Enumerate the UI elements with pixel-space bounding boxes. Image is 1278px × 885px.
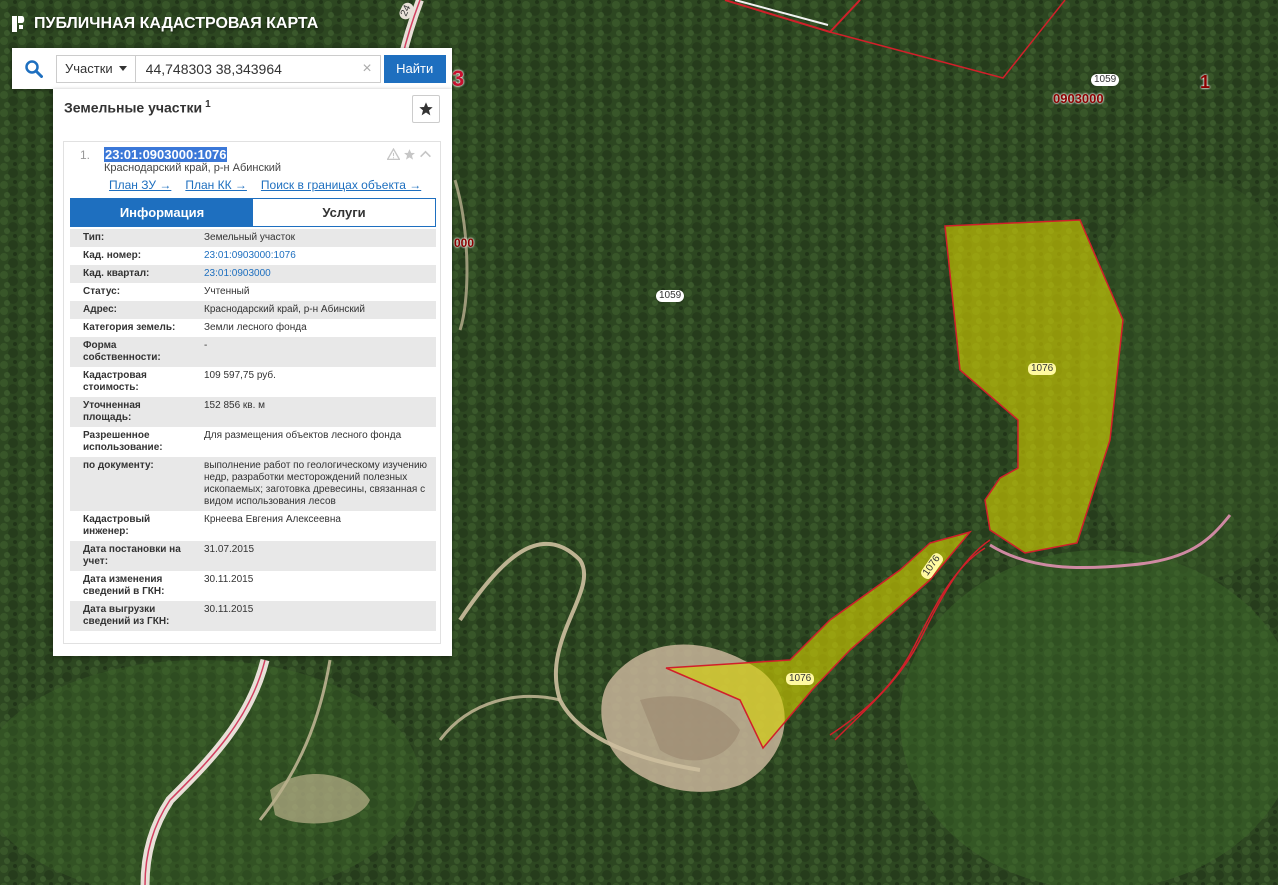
result-cadnum[interactable]: 23:01:0903000:1076 — [104, 147, 228, 162]
row-label: Дата выгрузки сведений из ГКН: — [70, 601, 190, 631]
row-label: Кад. номер: — [70, 247, 190, 265]
row-value: Земельный участок — [190, 229, 436, 247]
row-label: Кад. квартал: — [70, 265, 190, 283]
row-value: - — [190, 337, 436, 367]
logo-icon — [12, 16, 25, 32]
app-header: ПУБЛИЧНАЯ КАДАСТРОВАЯ КАРТА — [10, 10, 318, 38]
table-row: Уточненная площадь: 152 856 кв. м — [70, 397, 436, 427]
row-label: по документу: — [70, 457, 190, 511]
row-label: Адрес: — [70, 301, 190, 319]
search-input-wrap: × — [135, 54, 381, 83]
search-input[interactable] — [135, 55, 366, 82]
table-row: Адрес: Краснодарский край, р-н Абинский — [70, 301, 436, 319]
row-label: Тип: — [70, 229, 190, 247]
map-label-parcel-1076[interactable]: 1076 — [1028, 363, 1057, 375]
tab-info[interactable]: Информация — [71, 199, 253, 226]
row-label: Уточненная площадь: — [70, 397, 190, 427]
table-row: Кадастровый инженер: Крнеева Евгения Алек… — [70, 511, 436, 541]
row-value: 152 856 кв. м — [190, 397, 436, 427]
object-type-label: Участки — [65, 61, 113, 76]
map-label-number[interactable]: 1 — [1200, 72, 1210, 93]
map-label-quarter[interactable]: 000 — [454, 236, 474, 250]
map-label-parcel[interactable]: 1059 — [656, 290, 685, 302]
result-card: 1. 23:01:0903000:1076 Краснодарский край… — [63, 141, 441, 644]
table-row: Кадастровая стоимость: 109 597,75 руб. — [70, 367, 436, 397]
row-value: Для размещения объектов лесного фонда — [190, 427, 436, 457]
row-label: Дата изменения сведений в ГКН: — [70, 571, 190, 601]
table-row: по документу: выполнение работ по геологи… — [70, 457, 436, 511]
table-row: Дата выгрузки сведений из ГКН: 30.11.2015 — [70, 601, 436, 631]
card-actions — [387, 148, 432, 161]
object-type-select[interactable]: Участки — [56, 54, 136, 83]
panel-title-text: Земельные участки — [64, 99, 203, 116]
row-label: Категория земель: — [70, 319, 190, 337]
chevron-up-icon[interactable] — [419, 148, 432, 161]
result-address: Краснодарский край, р-н Абинский — [104, 162, 282, 174]
table-row: Кад. квартал: 23:01:0903000 — [70, 265, 436, 283]
row-value: 30.11.2015 — [190, 571, 436, 601]
table-row: Статус: Учтенный — [70, 283, 436, 301]
map-label-number[interactable]: 3 — [452, 66, 464, 92]
search-bounds-link[interactable]: Поиск в границах объекта → — [261, 178, 421, 192]
map-label-parcel-1076[interactable]: 1076 — [786, 673, 815, 685]
favorites-button[interactable] — [412, 95, 440, 123]
plan-zu-link[interactable]: План ЗУ → — [109, 178, 171, 192]
row-label: Дата постановки на учет: — [70, 541, 190, 571]
table-row: Дата изменения сведений в ГКН: 30.11.2015 — [70, 571, 436, 601]
plan-kk-link[interactable]: План КК → — [185, 178, 247, 192]
cadnum-link[interactable]: 23:01:0903000:1076 — [190, 247, 436, 265]
table-row: Форма собственности: - — [70, 337, 436, 367]
table-row: Дата постановки на учет: 31.07.2015 — [70, 541, 436, 571]
row-label: Форма собственности: — [70, 337, 190, 367]
row-value: Крнеева Евгения Алексеевна — [190, 511, 436, 541]
warning-icon[interactable] — [387, 148, 400, 161]
row-label: Разрешенное использование: — [70, 427, 190, 457]
tab-services[interactable]: Услуги — [253, 199, 435, 226]
app-title[interactable]: ПУБЛИЧНАЯ КАДАСТРОВАЯ КАРТА — [34, 15, 318, 33]
table-row: Разрешенное использование: Для размещения… — [70, 427, 436, 457]
table-row: Категория земель: Земли лесного фонда — [70, 319, 436, 337]
row-value: 30.11.2015 — [190, 601, 436, 631]
map-label-quarter[interactable]: 0903000 — [1053, 91, 1104, 106]
search-icon[interactable] — [12, 48, 56, 89]
clear-icon[interactable]: × — [362, 60, 371, 78]
result-tabs: Информация Услуги — [70, 198, 436, 227]
row-value: Земли лесного фонда — [190, 319, 436, 337]
star-icon[interactable] — [403, 148, 416, 161]
quarter-link[interactable]: 23:01:0903000 — [190, 265, 436, 283]
results-panel: Земельные участки 1 1. 23:01:0903000:1076… — [53, 89, 452, 656]
result-links: План ЗУ → План КК → Поиск в границах объ… — [109, 178, 421, 192]
find-button[interactable]: Найти — [383, 54, 446, 83]
map-label-parcel[interactable]: 1059 — [1091, 74, 1120, 86]
row-label: Кадастровая стоимость: — [70, 367, 190, 397]
row-value: Учтенный — [190, 283, 436, 301]
row-label: Статус: — [70, 283, 190, 301]
result-count: 1 — [205, 99, 211, 110]
search-bar: Участки × Найти — [12, 48, 452, 89]
info-table: Тип: Земельный участок Кад. номер: 23:01:0… — [70, 229, 436, 631]
table-row: Кад. номер: 23:01:0903000:1076 — [70, 247, 436, 265]
row-value: Краснодарский край, р-н Абинский — [190, 301, 436, 319]
chevron-down-icon — [118, 66, 127, 71]
panel-title: Земельные участки 1 — [64, 99, 211, 116]
result-index: 1. — [80, 148, 91, 162]
star-icon — [419, 102, 433, 116]
row-value: 31.07.2015 — [190, 541, 436, 571]
row-value: 109 597,75 руб. — [190, 367, 436, 397]
table-row: Тип: Земельный участок — [70, 229, 436, 247]
row-value: выполнение работ по геологическому изуче… — [190, 457, 436, 511]
row-label: Кадастровый инженер: — [70, 511, 190, 541]
